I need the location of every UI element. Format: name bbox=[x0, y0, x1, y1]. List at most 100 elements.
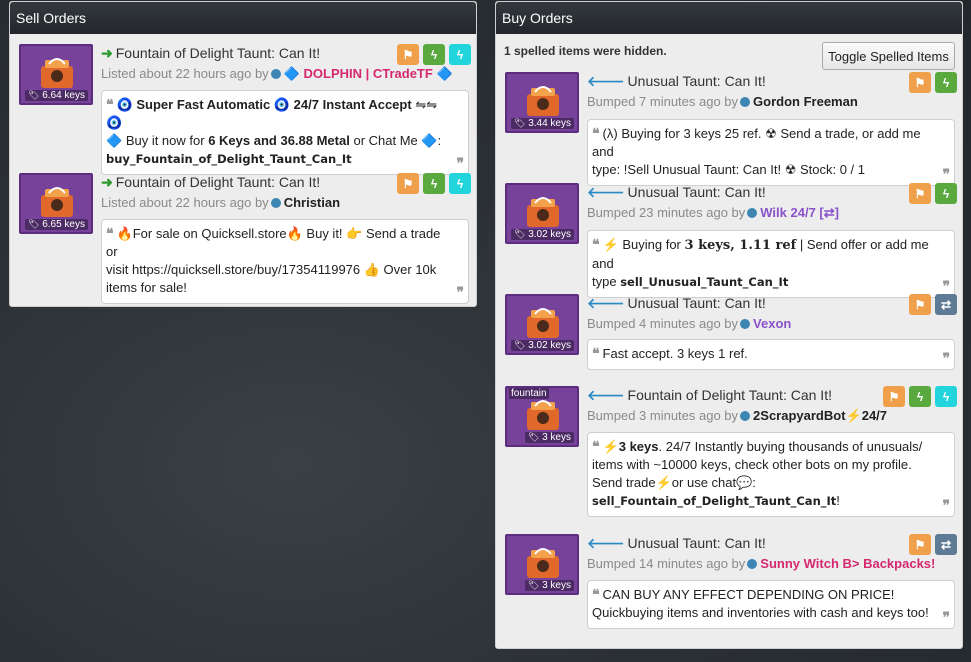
item-price: 🏷 3 keys bbox=[524, 432, 574, 443]
item-title[interactable]: 🡐 Unusual Taunt: Can It! bbox=[587, 535, 766, 552]
lightning-icon: ϟ bbox=[942, 75, 950, 90]
listing-comment: ❝ 🧿 Super Fast Automatic 🧿 24/7 Instant A… bbox=[101, 90, 469, 175]
toggle-spelled-items-button[interactable]: Toggle Spelled Items bbox=[822, 42, 955, 70]
listing-meta: Bumped 3 minutes ago by 2ScrapyardBot⚡24/… bbox=[587, 408, 888, 423]
item-thumbnail[interactable]: fountain 🏷 3 keys bbox=[505, 386, 579, 447]
quote-open-icon: ❝ bbox=[592, 345, 600, 361]
report-flag-button[interactable]: ⚑ bbox=[909, 183, 931, 204]
item-thumbnail[interactable]: 🏷 3 keys bbox=[505, 534, 579, 595]
trade-request-button[interactable]: ⇄ bbox=[935, 294, 957, 315]
listing-meta: Bumped 23 minutes ago by Wilk 24/7 [⇄] bbox=[587, 205, 839, 220]
trade-offer-button[interactable]: ϟ bbox=[935, 72, 957, 93]
lightning-icon: ϟ bbox=[430, 176, 438, 191]
online-status-icon bbox=[270, 69, 281, 79]
item-price: 🏷 6.64 keys bbox=[24, 90, 88, 101]
quote-open-icon: ❝ bbox=[592, 236, 600, 252]
online-status-icon bbox=[740, 97, 751, 107]
buyer-name[interactable]: Sunny Witch B> Backpacks! bbox=[760, 556, 935, 571]
quote-close-icon: ❞ bbox=[456, 284, 464, 300]
report-flag-button[interactable]: ⚑ bbox=[909, 72, 931, 93]
item-thumbnail[interactable]: 🏷 3.02 keys bbox=[505, 294, 579, 355]
trade-offer-button[interactable]: ϟ bbox=[423, 44, 445, 65]
buy-orders-header: Buy Orders bbox=[496, 2, 962, 34]
lightning-icon: ϟ bbox=[456, 47, 464, 62]
instant-trade-button[interactable]: ϟ bbox=[449, 44, 471, 65]
taunt-can-it-icon bbox=[41, 58, 73, 88]
report-flag-button[interactable]: ⚑ bbox=[909, 534, 931, 555]
item-title[interactable]: 🡐 Unusual Taunt: Can It! bbox=[587, 295, 766, 312]
trade-offer-button[interactable]: ϟ bbox=[423, 173, 445, 194]
listing-comment: ❝ Fast accept. 3 keys 1 ref. ❞ bbox=[587, 339, 955, 370]
arrow-left-icon: 🡐 bbox=[587, 535, 625, 551]
arrow-right-icon: ➜ bbox=[101, 174, 113, 190]
command-text: buy_Fountain_of_Delight_Taunt_Can_It bbox=[106, 152, 352, 166]
seller-name[interactable]: DOLPHIN | CTradeTF bbox=[304, 66, 433, 81]
taunt-can-it-icon bbox=[527, 400, 559, 430]
buyer-name[interactable]: Vexon bbox=[753, 316, 791, 331]
report-flag-button[interactable]: ⚑ bbox=[397, 44, 419, 65]
price-tag-icon: 🏷 bbox=[27, 90, 40, 100]
listing-meta: Listed about 22 hours ago by Christian bbox=[101, 195, 341, 210]
instant-trade-button[interactable]: ϟ bbox=[449, 173, 471, 194]
report-flag-button[interactable]: ⚑ bbox=[883, 386, 905, 407]
item-thumbnail[interactable]: 🏷 3.02 keys bbox=[505, 183, 579, 244]
buy-orders-panel: Buy Orders 1 spelled items were hidden. … bbox=[495, 1, 963, 649]
report-flag-button[interactable]: ⚑ bbox=[909, 294, 931, 315]
flag-icon: ⚑ bbox=[914, 186, 926, 201]
taunt-can-it-icon bbox=[527, 86, 559, 116]
buyer-name[interactable]: 2ScrapyardBot⚡24/7 bbox=[753, 408, 887, 423]
quote-open-icon: ❝ bbox=[592, 125, 600, 141]
listing-actions: ⚑ ⇄ bbox=[909, 294, 957, 315]
flag-icon: ⚑ bbox=[914, 75, 926, 90]
lightning-icon: ϟ bbox=[430, 47, 438, 62]
taunt-can-it-icon bbox=[527, 197, 559, 227]
listing-meta: Bumped 4 minutes ago by Vexon bbox=[587, 316, 792, 331]
lightning-icon: ϟ bbox=[916, 389, 924, 404]
transfer-icon: ⇄ bbox=[940, 537, 952, 552]
buy-listing: 🏷 3 keys 🡐 Unusual Taunt: Can It! ⚑ ⇄ Bum… bbox=[505, 534, 957, 629]
taunt-can-it-icon bbox=[41, 187, 73, 217]
item-title[interactable]: ➜ Fountain of Delight Taunt: Can It! bbox=[101, 45, 320, 62]
trade-offer-button[interactable]: ϟ bbox=[909, 386, 931, 407]
item-title[interactable]: 🡐 Fountain of Delight Taunt: Can It! bbox=[587, 387, 832, 404]
trade-request-button[interactable]: ⇄ bbox=[935, 534, 957, 555]
item-thumbnail[interactable]: 🏷 6.65 keys bbox=[19, 173, 93, 234]
item-price: 🏷 3 keys bbox=[524, 580, 574, 591]
quote-close-icon: ❞ bbox=[942, 278, 950, 294]
quote-close-icon: ❞ bbox=[942, 609, 950, 625]
buyer-name[interactable]: Wilk 24/7 [⇄] bbox=[760, 205, 839, 220]
arrow-left-icon: 🡐 bbox=[587, 73, 625, 89]
online-status-icon bbox=[740, 411, 751, 421]
listing-actions: ⚑ ϟ ϟ bbox=[883, 386, 957, 407]
quote-close-icon: ❞ bbox=[942, 497, 950, 513]
listing-actions: ⚑ ϟ bbox=[909, 72, 957, 93]
seller-name[interactable]: Christian bbox=[284, 195, 340, 210]
report-flag-button[interactable]: ⚑ bbox=[397, 173, 419, 194]
sell-listing: 🏷 6.64 keys ➜ Fountain of Delight Taunt: … bbox=[19, 44, 471, 175]
buyer-name[interactable]: Gordon Freeman bbox=[753, 94, 858, 109]
buy-listing: 🏷 3.02 keys 🡐 Unusual Taunt: Can It! ⚑ ϟ … bbox=[505, 183, 957, 298]
lightning-icon: ϟ bbox=[942, 389, 950, 404]
online-status-icon bbox=[270, 198, 281, 208]
item-title[interactable]: 🡐 Unusual Taunt: Can It! bbox=[587, 184, 766, 201]
item-title[interactable]: ➜ Fountain of Delight Taunt: Can It! bbox=[101, 174, 320, 191]
arrow-left-icon: 🡐 bbox=[587, 295, 625, 311]
item-title[interactable]: 🡐 Unusual Taunt: Can It! bbox=[587, 73, 766, 90]
listing-actions: ⚑ ⇄ bbox=[909, 534, 957, 555]
buy-listing: 🏷 3.44 keys 🡐 Unusual Taunt: Can It! ⚑ ϟ … bbox=[505, 72, 957, 186]
item-thumbnail[interactable]: 🏷 6.64 keys bbox=[19, 44, 93, 105]
trade-offer-button[interactable]: ϟ bbox=[935, 183, 957, 204]
listing-meta: Bumped 7 minutes ago by Gordon Freeman bbox=[587, 94, 858, 109]
arrow-right-icon: ➜ bbox=[101, 45, 113, 61]
buy-listing: fountain 🏷 3 keys 🡐 Fountain of Delight T… bbox=[505, 386, 957, 518]
item-thumbnail[interactable]: 🏷 3.44 keys bbox=[505, 72, 579, 133]
quote-open-icon: ❝ bbox=[592, 586, 600, 602]
flag-icon: ⚑ bbox=[914, 297, 926, 312]
diamond-icon: 🔷 bbox=[436, 66, 453, 81]
lightning-icon: ⚡ bbox=[602, 439, 619, 454]
online-status-icon bbox=[747, 559, 758, 569]
instant-trade-button[interactable]: ϟ bbox=[935, 386, 957, 407]
taunt-can-it-icon bbox=[527, 308, 559, 338]
item-price: 🏷 3.02 keys bbox=[510, 229, 574, 240]
listing-meta: Bumped 14 minutes ago by Sunny Witch B> B… bbox=[587, 556, 936, 571]
